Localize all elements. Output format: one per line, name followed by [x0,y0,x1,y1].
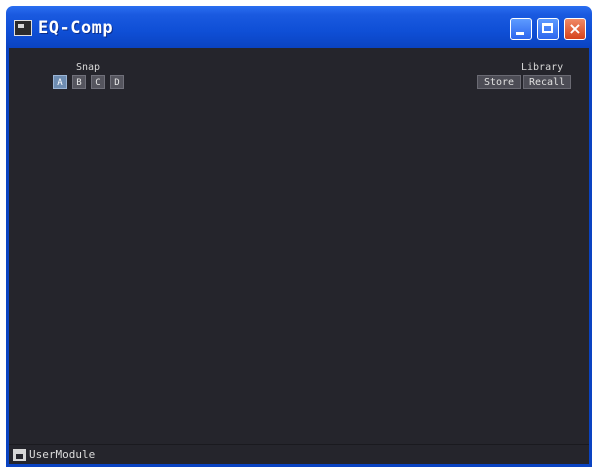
minimize-button[interactable] [510,18,532,40]
app-icon[interactable] [14,20,32,36]
module-icon [13,449,26,461]
library-label: Library [521,62,564,73]
store-button[interactable]: Store [477,75,521,89]
title-bar[interactable]: EQ-Comp × [6,6,592,48]
status-text: UserModule [29,448,96,461]
close-button[interactable]: × [564,18,586,40]
app-window: EQ-Comp × Snap A B C D Library Store Rec… [6,6,592,467]
close-icon: × [568,19,582,38]
status-bar: UserModule [9,444,589,464]
snap-d-button[interactable]: D [110,75,124,89]
editor-panel: Snap A B C D Library Store Recall UserMo… [6,48,592,464]
maximize-button[interactable] [537,18,559,40]
snap-b-button[interactable]: B [72,75,86,89]
snap-a-button[interactable]: A [53,75,67,89]
snap-label: Snap [76,62,101,73]
window-title: EQ-Comp [38,18,114,38]
snap-c-button[interactable]: C [91,75,105,89]
recall-button[interactable]: Recall [523,75,571,89]
